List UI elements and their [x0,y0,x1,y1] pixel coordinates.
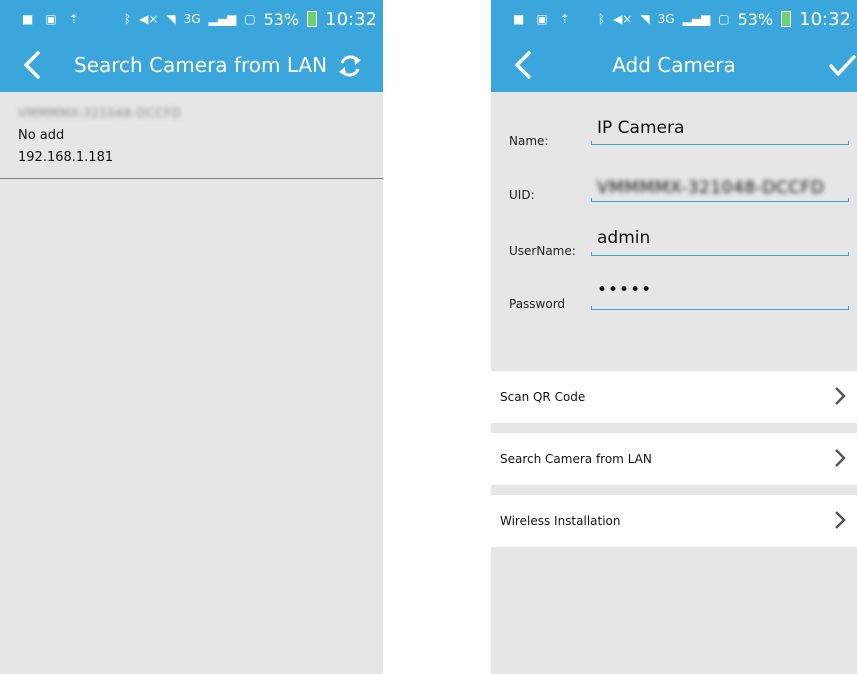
chevron-right-icon [835,511,846,529]
upload-icon: ⇡ [68,12,79,26]
mute-icon: ◀× [613,12,633,26]
clock: 10:32 [325,8,377,30]
list-item[interactable]: VMMMMX-321048-DCCFD No add 192.168.1.181 [0,92,383,179]
bluetooth-icon: ᛒ [123,12,132,26]
battery-icon [781,11,792,27]
add-camera-screen: ■ ▣ ⇡ ᛒ ◀× ◥ 3G ▂▄▆ ▢ 53% 10:32 Add Came… [491,0,857,674]
signal-icon: ▂▄▆ [682,12,711,26]
search-camera-lan-item[interactable]: Search Camera from LAN [491,433,857,485]
password-input[interactable]: ••••• [597,280,652,300]
notification-icon: ■ [513,12,525,26]
wifi-icon: ◥ [166,12,176,26]
confirm-check-icon[interactable] [827,51,857,81]
refresh-icon[interactable] [335,51,365,81]
chevron-right-icon [835,387,846,405]
image-icon: ▣ [536,12,548,26]
menu-item-label: Scan QR Code [500,390,586,404]
scan-qr-code-item[interactable]: Scan QR Code [491,371,857,423]
image-icon: ▣ [45,12,57,26]
username-underline [591,252,849,256]
back-arrow-icon[interactable] [20,50,44,80]
status-bar: ■ ▣ ⇡ ᛒ ◀× ◥ 3G ▂▄▆ ▢ 53% 10:32 [0,0,383,38]
status-bar: ■ ▣ ⇡ ᛒ ◀× ◥ 3G ▂▄▆ ▢ 53% 10:32 [491,0,857,38]
menu-item-label: Wireless Installation [500,514,621,528]
wifi-icon: ◥ [640,12,650,26]
name-field[interactable]: Name: IP Camera [491,112,857,164]
password-label: Password [509,297,566,311]
username-label: UserName: [509,244,576,258]
app-bar: Add Camera [491,38,857,92]
battery-percent: 53% [737,9,774,29]
chevron-right-icon [835,449,846,467]
page-title: Search Camera from LAN [74,53,328,77]
network-label: 3G [657,12,675,26]
search-lan-screen: ■ ▣ ⇡ ᛒ ◀× ◥ 3G ▂▄▆ ▢ 53% 10:32 Search C… [0,0,383,674]
clock: 10:32 [799,8,851,30]
username-input[interactable]: admin [597,228,650,248]
notification-icon: ■ [22,12,34,26]
uid-underline [591,198,849,202]
password-field[interactable]: Password ••••• [491,276,857,328]
app-bar: Search Camera from LAN [0,38,383,92]
wireless-installation-item[interactable]: Wireless Installation [491,495,857,547]
name-input[interactable]: IP Camera [597,118,684,138]
mute-icon: ◀× [139,12,159,26]
page-title: Add Camera [612,53,736,77]
upload-icon: ⇡ [559,12,570,26]
uid-field[interactable]: UID: VMMMMX-321048-DCCFD [491,168,857,220]
uid-input[interactable]: VMMMMX-321048-DCCFD [597,178,824,198]
name-label: Name: [509,134,549,148]
device-ip: 192.168.1.181 [18,150,114,165]
signal-icon: ▂▄▆ [208,12,237,26]
device-uid: VMMMMX-321048-DCCFD [18,106,182,120]
device-status: No add [18,128,65,143]
message-icon: ▢ [718,12,730,26]
battery-percent: 53% [263,9,300,29]
uid-label: UID: [509,188,535,202]
username-field[interactable]: UserName: admin [491,222,857,274]
menu-item-label: Search Camera from LAN [500,452,652,466]
password-underline [591,306,849,310]
bluetooth-icon: ᛒ [597,12,606,26]
message-icon: ▢ [244,12,256,26]
name-underline [591,141,849,145]
battery-icon [307,11,318,27]
network-label: 3G [183,12,201,26]
